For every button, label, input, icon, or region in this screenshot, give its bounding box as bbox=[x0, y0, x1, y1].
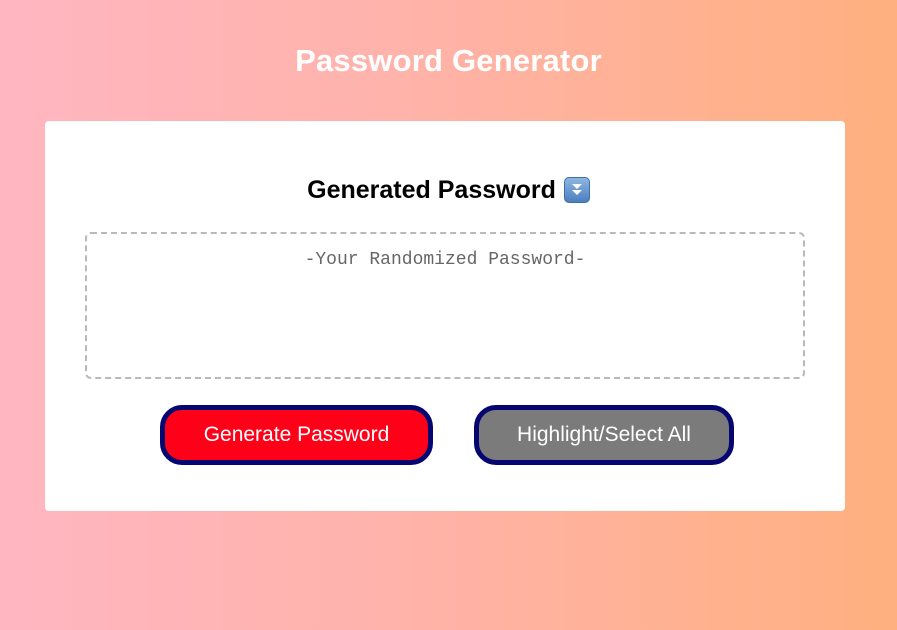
generate-password-label: Generate Password bbox=[203, 423, 390, 446]
page-title: Password Generator bbox=[295, 43, 602, 78]
card-title-text: Generated Password bbox=[307, 175, 556, 204]
highlight-select-all-button[interactable]: Highlight/Select All bbox=[474, 405, 734, 465]
highlight-select-all-label: Highlight/Select All bbox=[517, 423, 691, 446]
double-down-arrow-icon bbox=[563, 177, 590, 203]
password-output-field[interactable] bbox=[85, 232, 805, 379]
generate-password-button[interactable]: Generate Password bbox=[160, 405, 433, 465]
card-title: Generated Password bbox=[0, 172, 897, 208]
